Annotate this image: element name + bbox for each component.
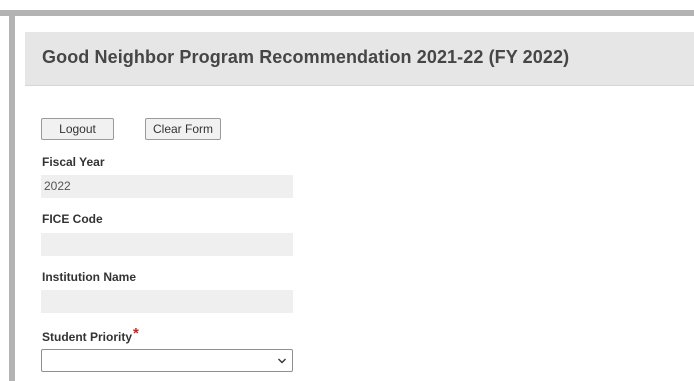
- fiscal-year-label: Fiscal Year: [42, 155, 105, 169]
- clear-form-button[interactable]: Clear Form: [145, 118, 221, 140]
- required-asterisk: *: [133, 325, 139, 342]
- chevron-down-icon: [278, 358, 286, 364]
- form-panel: Good Neighbor Program Recommendation 202…: [15, 16, 694, 381]
- student-priority-label: Student Priority: [42, 330, 133, 344]
- fice-code-field[interactable]: [41, 233, 293, 256]
- panel-header: Good Neighbor Program Recommendation 202…: [25, 32, 694, 86]
- student-priority-label-row: Student Priority*: [42, 325, 139, 345]
- fiscal-year-field[interactable]: [41, 175, 293, 198]
- institution-name-label: Institution Name: [42, 270, 137, 284]
- fice-code-label: FICE Code: [42, 212, 103, 226]
- student-priority-select[interactable]: [41, 349, 293, 372]
- page-title: Good Neighbor Program Recommendation 202…: [42, 47, 570, 67]
- logout-button[interactable]: Logout: [41, 118, 114, 140]
- institution-name-field[interactable]: [41, 290, 293, 313]
